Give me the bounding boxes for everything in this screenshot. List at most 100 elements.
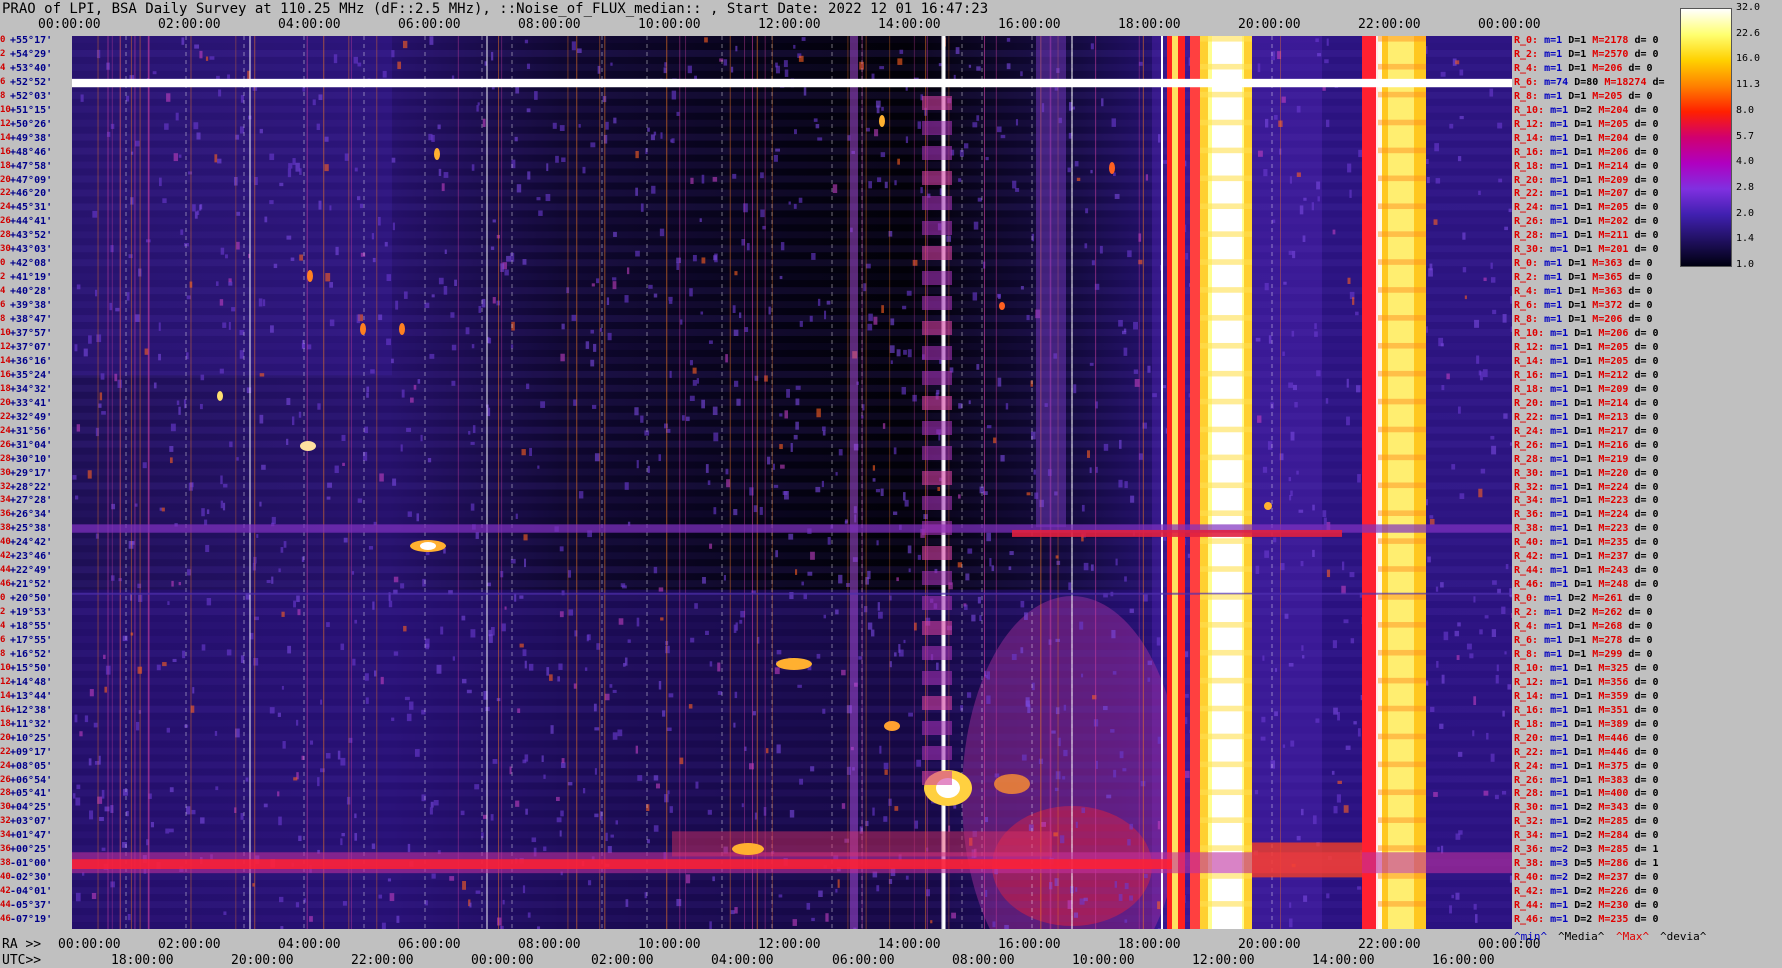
legend-item: ^devia^ — [1660, 930, 1707, 943]
row-stat: R_4: m=1 D=1 M=363 d= 0 — [1514, 286, 1653, 297]
noise-speck — [1315, 718, 1320, 723]
row-stat: R_36: m=2 D=3 M=285 d= 1 — [1514, 844, 1659, 855]
noise-speck — [98, 403, 102, 408]
transit-cells — [922, 446, 952, 460]
noise-speck — [341, 434, 346, 442]
noise-speck — [223, 911, 227, 915]
ra-tick-label: 20:00:00 — [1238, 937, 1301, 952]
row-declination: +43°52' — [10, 230, 53, 242]
row-declination: +03°07' — [10, 816, 53, 828]
noise-speck — [593, 703, 597, 712]
sky-row-stripe — [1378, 63, 1426, 70]
row-declination: +37°57' — [10, 328, 53, 340]
stat-ch: R_8: — [1514, 648, 1545, 660]
stat-D: D=2 — [1574, 886, 1599, 898]
noise-speck — [958, 494, 961, 499]
noise-speck — [993, 437, 997, 444]
noise-speck — [215, 281, 219, 286]
row-stripe — [72, 189, 1512, 197]
noise-speck — [451, 344, 457, 351]
noise-speck — [559, 830, 562, 837]
stat-m: m=1 — [1550, 788, 1575, 800]
noise-speck — [436, 664, 442, 674]
row-stripe — [72, 510, 1512, 518]
noise-speck — [1491, 445, 1497, 455]
noise-speck — [685, 416, 690, 422]
saturated-row — [72, 78, 1512, 88]
noise-speck — [1268, 335, 1272, 344]
noise-speck — [977, 596, 981, 604]
noise-speck — [98, 755, 101, 765]
noise-speck — [749, 763, 754, 770]
noise-speck — [712, 406, 718, 416]
noise-speck — [1081, 807, 1086, 814]
stat-D: D=1 — [1574, 565, 1599, 577]
row-index: 4 — [0, 286, 6, 297]
noise-speck — [200, 817, 205, 824]
noise-speck — [1274, 114, 1278, 120]
noise-speck — [986, 695, 991, 704]
noise-speck — [1073, 384, 1077, 394]
noise-speck — [290, 257, 295, 261]
noise-speck — [906, 290, 912, 296]
stat-m: m=1 — [1550, 425, 1575, 437]
sky-row-stripe — [1378, 482, 1426, 489]
noise-speck — [229, 441, 233, 448]
noise-speck — [871, 629, 875, 637]
noise-speck — [1462, 232, 1466, 240]
noise-speck — [240, 813, 244, 820]
stat-ch: R_18: — [1514, 718, 1551, 730]
row-stat: R_14: m=1 D=1 M=204 d= 0 — [1514, 133, 1659, 144]
noise-speck — [1185, 252, 1189, 260]
noise-speck — [187, 569, 192, 576]
noise-speck — [75, 495, 79, 500]
noise-speck — [976, 364, 980, 370]
noise-speck — [218, 89, 222, 97]
row-declination: +37°07' — [10, 341, 53, 353]
noise-speck — [1257, 415, 1262, 423]
noise-speck — [701, 174, 705, 184]
noise-speck — [326, 496, 331, 500]
stat-ch: R_10: — [1514, 104, 1551, 116]
row-declination: +05°41' — [10, 788, 53, 800]
noise-speck — [1337, 780, 1342, 784]
stat-M: M=230 — [1598, 900, 1635, 912]
row-stripe — [72, 901, 1512, 909]
row-declination: +49°38' — [10, 132, 53, 144]
row-stat: R_18: m=1 D=1 M=389 d= 0 — [1514, 719, 1659, 730]
noise-speck — [181, 37, 185, 45]
stat-D: D=1 — [1574, 174, 1599, 186]
noise-speck — [939, 359, 942, 364]
noise-speck — [1076, 177, 1081, 182]
sun-row-stripe — [1200, 454, 1252, 461]
noise-speck — [192, 687, 195, 694]
row-declination: +09°17' — [10, 746, 53, 758]
row-stat: R_12: m=1 D=1 M=356 d= 0 — [1514, 677, 1659, 688]
noise-speck — [1184, 770, 1190, 778]
stat-M: M=372 — [1592, 300, 1629, 312]
noise-speck — [76, 424, 81, 432]
stat-ch: R_8: — [1514, 90, 1545, 102]
row-stripe — [72, 622, 1512, 630]
noise-speck — [868, 313, 873, 321]
noise-speck — [985, 156, 989, 161]
noise-speck — [765, 748, 769, 754]
heatmap-plot[interactable] — [72, 36, 1512, 929]
transit-cells — [922, 546, 952, 560]
row-stripe — [72, 147, 1512, 155]
noise-speck — [162, 662, 167, 667]
noise-speck — [868, 181, 873, 189]
noise-speck — [561, 157, 566, 162]
noise-speck — [501, 623, 506, 632]
noise-speck — [694, 603, 698, 609]
row-declination: +24°42' — [10, 537, 53, 549]
row-stripe — [72, 301, 1512, 309]
noise-speck — [1156, 637, 1161, 646]
stat-m: m=1 — [1550, 230, 1575, 242]
noise-speck — [1118, 479, 1123, 488]
noise-speck — [392, 222, 395, 231]
row-declination: +54°29' — [10, 48, 53, 60]
noise-speck — [878, 611, 883, 619]
stat-ch: R_12: — [1514, 341, 1551, 353]
noise-speck — [168, 828, 174, 833]
